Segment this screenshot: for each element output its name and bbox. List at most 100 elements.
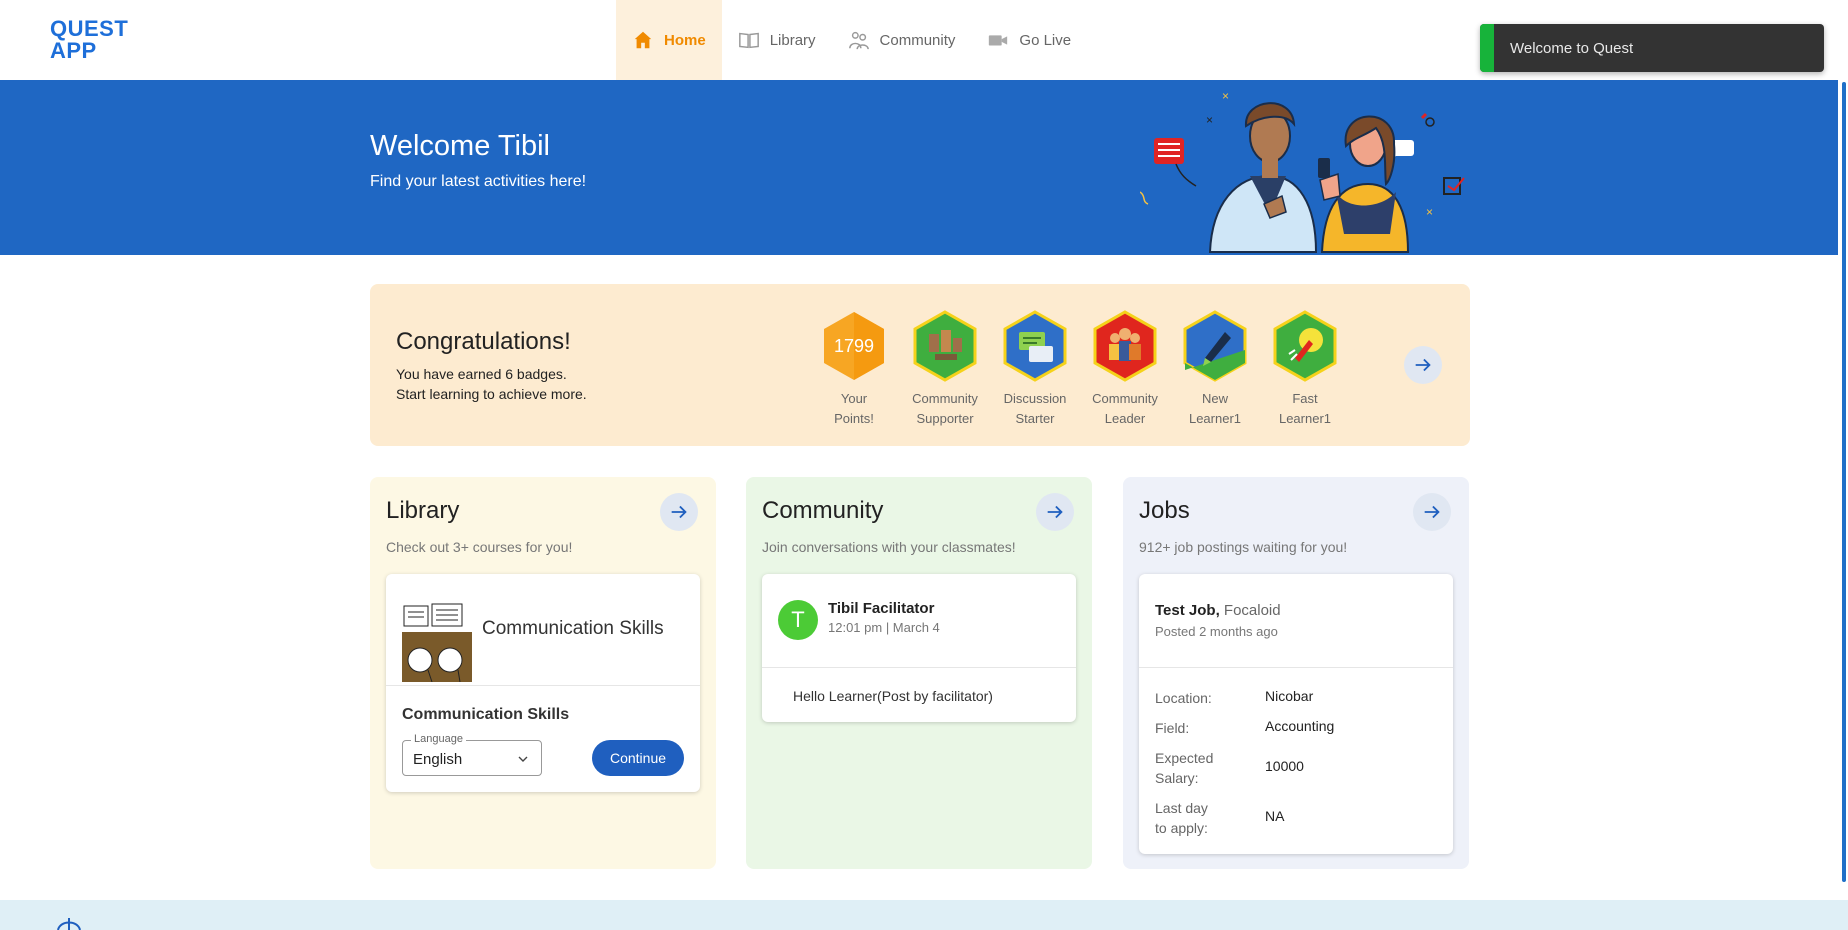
badges-title: Congratulations! [396,328,571,355]
nav-community[interactable]: Community [832,0,972,80]
welcome-banner: Welcome Tibil Find your latest activitie… [0,80,1838,255]
points-value: 1799 [834,336,874,356]
job-field-value: Accounting [1265,718,1335,734]
job-posted-date: Posted 2 months ago [1155,624,1278,639]
badges-count-text: You have earned 6 badges. [396,366,567,382]
community-leader-badge-icon [1093,310,1157,382]
language-select-value: English [413,751,463,768]
community-card: Community Join conversations with your c… [746,477,1092,869]
job-posting[interactable]: Test Job, Focaloid Posted 2 months ago L… [1139,574,1453,854]
welcome-toast[interactable]: Welcome to Quest [1480,24,1824,72]
badge-new-learner[interactable]: New Learner1 [1170,310,1260,429]
arrow-right-icon [1424,505,1440,519]
job-lastday-label1: Last day [1155,800,1208,816]
learners-illustration: × × × [1140,89,1465,253]
svg-text:×: × [1206,113,1213,127]
book-icon [738,32,759,49]
post-body: Hello Learner(Post by facilitator) [793,688,993,704]
job-salary-label2: Salary: [1155,770,1199,786]
badge-label1: Discussion [1003,391,1067,406]
welcome-title: Welcome Tibil [370,130,550,162]
job-lastday-label: Last day to apply: [1155,798,1255,838]
badge-label1: Community [912,391,978,406]
community-title: Community [762,497,884,524]
nav-go-live[interactable]: Go Live [971,0,1087,80]
badges-panel: Congratulations! You have earned 6 badge… [370,284,1470,446]
badges-next-button[interactable] [1404,346,1442,384]
course-name: Communication Skills [482,618,664,639]
badges-hint-text: Start learning to achieve more. [396,386,587,402]
nav-home[interactable]: Home [616,0,722,80]
job-field-label: Field: [1155,720,1190,736]
job-lastday-label2: to apply: [1155,820,1208,836]
job-salary-label: Expected Salary: [1155,748,1255,788]
badge-label2: Leader [1104,411,1146,426]
arrow-right-icon [1047,505,1063,519]
svg-text:×: × [1222,89,1229,103]
footer [0,900,1848,930]
badge-community-leader[interactable]: Community Leader [1080,310,1170,429]
video-icon [989,35,1008,46]
badge-label1: Fast [1292,391,1318,406]
toast-success-bar [1480,24,1494,72]
welcome-subtitle: Find your latest activities here! [370,173,587,190]
badge-community-supporter[interactable]: Community Supporter [900,310,990,429]
badge-label1: Community [1092,391,1158,406]
library-card: Library Check out 3+ courses for you! Co… [370,477,716,869]
course-card[interactable]: Communication Skills Communication Skill… [386,574,700,792]
library-title: Library [386,497,460,524]
chevron-down-icon [518,756,528,762]
job-salary-value: 10000 [1265,758,1304,774]
badge-fast-learner[interactable]: Fast Learner1 [1260,310,1350,429]
badge-label2: Supporter [916,411,974,426]
nav-community-label: Community [879,31,956,49]
logo-line1: QUEST [50,16,129,41]
job-title: Test Job, Focaloid [1155,602,1281,619]
job-salary-label1: Expected [1155,750,1214,766]
main-nav: Home Library Community Go Live [616,0,1087,80]
points-label2: Points! [834,411,874,426]
course-header: Communication Skills [386,574,700,686]
avatar: T [778,600,818,640]
library-open-button[interactable] [660,493,698,531]
page-scrollbar[interactable] [1842,82,1846,882]
job-location-label: Location: [1155,690,1212,706]
fast-learner-badge-icon [1273,310,1337,382]
app-logo[interactable]: QUEST APP [50,18,128,62]
svg-text:×: × [1426,205,1433,219]
badge-label2: Learner1 [1188,411,1242,426]
points-label1: Your [840,391,868,406]
community-description: Join conversations with your classmates! [762,539,1016,555]
points-badge[interactable]: 1799 Your Points! [809,310,899,429]
course-title: Communication Skills [402,706,570,723]
new-learner-badge-icon [1183,310,1247,382]
arrow-right-icon [671,505,687,519]
badge-label2: Learner1 [1278,411,1332,426]
community-supporter-badge-icon [913,310,977,382]
home-icon [634,31,652,49]
post-timestamp: 12:01 pm | March 4 [828,620,940,635]
course-thumbnail [402,603,472,682]
nav-home-label: Home [664,31,706,49]
discussion-starter-badge-icon [1003,310,1067,382]
jobs-description: 912+ job postings waiting for you! [1139,539,1348,555]
logo-line2: APP [50,38,97,63]
people-icon [848,31,869,50]
nav-library[interactable]: Library [722,0,832,80]
jobs-open-button[interactable] [1413,493,1451,531]
nav-go-live-label: Go Live [1019,31,1072,49]
footer-logo-icon [57,918,81,930]
community-open-button[interactable] [1036,493,1074,531]
continue-button[interactable]: Continue [592,740,684,776]
arrow-right-icon [1415,358,1431,372]
post-header: T Tibil Facilitator 12:01 pm | March 4 [762,574,1076,668]
community-post[interactable]: T Tibil Facilitator 12:01 pm | March 4 H… [762,574,1076,722]
job-company: Focaloid [1223,602,1281,619]
library-description: Check out 3+ courses for you! [386,539,573,555]
post-author: Tibil Facilitator [828,600,935,617]
language-select[interactable]: Language English [402,733,542,776]
badge-discussion-starter[interactable]: Discussion Starter [990,310,1080,429]
points-hexagon: 1799 [824,312,884,380]
job-name: Test Job, [1155,602,1220,619]
badge-label2: Starter [1015,411,1055,426]
